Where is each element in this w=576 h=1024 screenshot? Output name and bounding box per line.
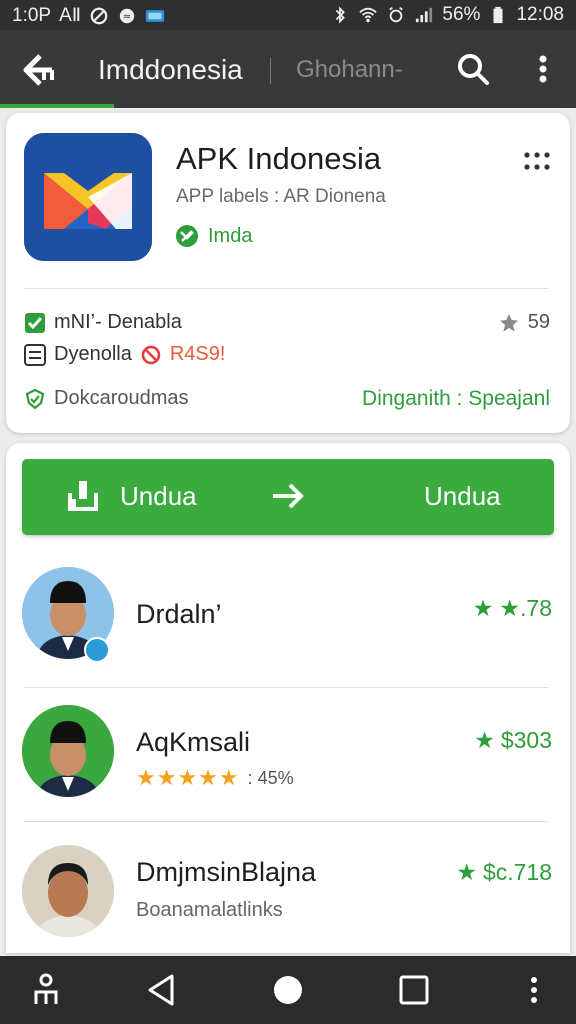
star-icon: ★ [472, 595, 494, 621]
developer-rating-value: $c.718 [482, 859, 552, 885]
download-info: Dinganith : Speajanl [362, 387, 550, 410]
accessibility-icon[interactable] [26, 970, 66, 1010]
svg-text:≈: ≈ [123, 11, 131, 22]
star-icon: ★ [456, 859, 477, 885]
verified-badge-icon [84, 637, 110, 663]
developer-name: Drdaln’ [136, 599, 222, 629]
wifi-icon [359, 7, 378, 23]
battery-icon [493, 6, 503, 24]
feature-item: Dyenolla R4S9! [24, 343, 225, 366]
card-divider [24, 288, 548, 289]
search-input[interactable]: Ghohann- [296, 56, 403, 84]
developer-name: AqKmsali [136, 727, 251, 757]
developer-stars: ★★★★★ : 45% [136, 765, 294, 791]
signal-icon [416, 7, 433, 23]
app-tag[interactable]: Imda [174, 223, 252, 249]
back-nav-icon[interactable] [142, 970, 182, 1010]
more-vert-icon[interactable] [528, 50, 558, 88]
feature-label: Dyenolla [54, 343, 132, 365]
developer-stars-text: : 45% [247, 767, 294, 788]
shield-check-icon [25, 388, 45, 409]
feature-warning: R4S9! [169, 343, 226, 365]
app-info-card: APK Indonesia APP labels : AR Dionena Im… [6, 113, 570, 433]
app-logo-icon[interactable] [24, 133, 152, 261]
app-subtitle: APP labels : AR Dionena [176, 186, 386, 207]
navigation-bar [0, 956, 576, 1024]
app-name: APK Indonesia [176, 141, 382, 176]
app-rating-value: 59 [527, 311, 550, 333]
star-outline-icon [499, 313, 518, 331]
list-icon [24, 343, 46, 366]
do-not-disturb-icon [90, 7, 108, 24]
developer-list-card: Undua Undua Drdaln’ ★ ★.78 AqKmsali ★ $3… [6, 443, 570, 953]
app-bar: Imddonesia Ghohann- [0, 30, 576, 108]
list-divider [24, 821, 548, 822]
developer-rating-value: $303 [500, 727, 552, 753]
list-item[interactable]: AqKmsali ★ $303 ★★★★★ : 45% [6, 689, 570, 823]
alarm-icon [389, 7, 404, 23]
app-bar-divider [270, 58, 271, 84]
feature-label: mNI’- Denabla [54, 311, 182, 333]
bluetooth-icon [336, 6, 346, 24]
list-divider [24, 687, 548, 688]
developer-rating: ★ $303 [474, 727, 552, 754]
grid-menu-icon[interactable] [522, 147, 552, 177]
checkbox-icon [25, 312, 45, 333]
download-button-label: Undua [120, 481, 197, 511]
recents-nav-icon[interactable] [394, 970, 434, 1010]
download-button-label-secondary: Undua [424, 481, 501, 511]
image-notification-icon [145, 9, 165, 22]
back-arrow-icon[interactable] [18, 50, 62, 90]
arrow-right-icon [273, 483, 304, 509]
battery-percent: 56% [442, 4, 481, 25]
developer-rating-value: ★.78 [499, 595, 552, 621]
status-time-left: 1:0P [12, 4, 52, 26]
app-tag-label: Imda [208, 224, 253, 247]
feature-item: mNI’- Denabla [24, 311, 182, 334]
more-vert-nav-icon[interactable] [514, 970, 554, 1010]
feature-label: Dokcaroudmas [54, 387, 189, 409]
page-title: Imddonesia [98, 54, 243, 85]
developer-rating: ★ $c.718 [456, 859, 552, 886]
feature-item: Dokcaroudmas [24, 387, 189, 410]
avatar [22, 705, 114, 797]
app-rating: 59 [498, 311, 550, 334]
developer-name: DmjmsinBlajna [136, 857, 317, 887]
developer-subtitle: Boanamalatlinks [136, 899, 283, 921]
star-icon: ★ [474, 727, 495, 753]
list-item[interactable]: Drdaln’ ★ ★.78 [6, 553, 570, 687]
blocked-icon [141, 345, 161, 364]
download-button[interactable]: Undua Undua [22, 459, 554, 535]
avatar [22, 845, 114, 937]
download-icon [68, 481, 98, 511]
tab-indicator [0, 104, 114, 108]
search-icon[interactable] [454, 50, 492, 88]
list-item[interactable]: DmjmsinBlajna ★ $c.718 Boanamalatlinks [6, 823, 570, 957]
status-bar: 1:0P AⅡ ≈ 56% 12:08 [0, 0, 576, 30]
notification-icon: ≈ [119, 8, 135, 23]
status-label-left: AⅡ [59, 5, 82, 26]
developer-rating: ★ ★.78 [473, 595, 552, 622]
five-stars-icon: ★★★★★ [136, 765, 240, 790]
no-ads-icon [176, 225, 198, 247]
home-nav-icon[interactable] [268, 970, 308, 1010]
status-time-right: 12:08 [516, 4, 564, 25]
